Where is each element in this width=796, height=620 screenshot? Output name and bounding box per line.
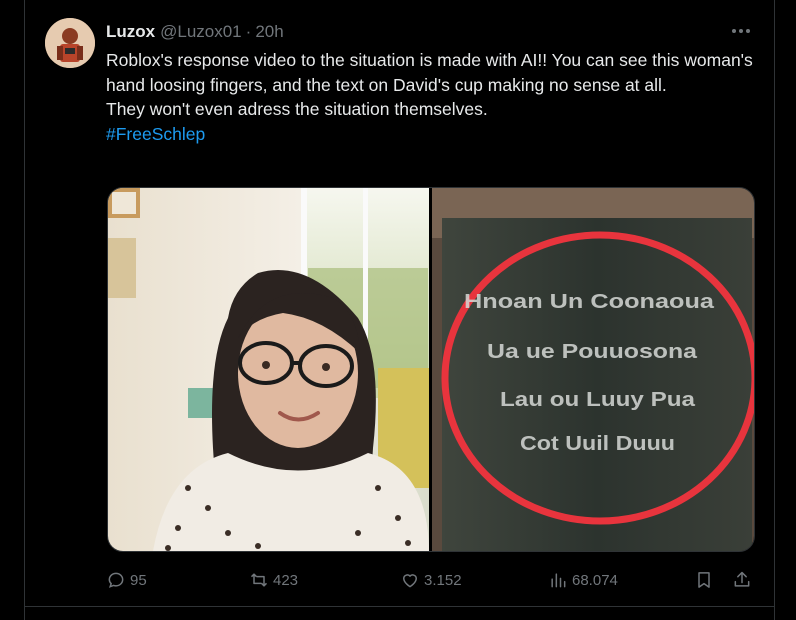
header-separator: · [245,22,252,41]
views-count: 68.074 [572,571,618,589]
tweet-text-line-1: Roblox's response video to the situation… [106,50,753,95]
display-name[interactable]: Luzox [106,21,155,43]
like-count: 3.152 [424,571,462,589]
tweet-text-line-2: They won't even adress the situation the… [106,99,488,119]
reply-count: 95 [130,571,147,589]
like-button[interactable]: 3.152 [400,566,462,594]
hashtag-link[interactable]: #FreeSchlep [106,124,205,144]
svg-text:Hnoan Un Coonaoua: Hnoan Un Coonaoua [464,291,715,313]
repost-button[interactable]: 423 [249,566,298,594]
reply-button[interactable]: 95 [106,566,147,594]
media-image-right[interactable]: Hnoan Un Coonaoua Ua ue Pouuosona Lau ou… [432,188,754,551]
avatar-image [45,18,95,68]
reply-icon [108,572,124,588]
share-icon [734,571,750,587]
tweet-page: Luzox @Luzox01 · 20h Roblox's response v… [0,0,796,620]
views-icon [551,573,566,588]
svg-text:Ua ue Pouuosona: Ua ue Pouuosona [487,341,698,363]
svg-text:Cot Uuil Duuu: Cot Uuil Duuu [520,433,675,455]
column-border-left [24,0,25,620]
woman-image [108,188,429,551]
tweet-text: Roblox's response video to the situation… [106,48,766,146]
views-button[interactable]: 68.074 [548,566,618,594]
timestamp[interactable]: 20h [255,21,283,43]
svg-text:Lau ou Luuy Pua: Lau ou Luuy Pua [500,389,696,411]
heart-icon [403,574,417,588]
tweet-media[interactable]: Hnoan Un Coonaoua Ua ue Pouuosona Lau ou… [107,187,755,552]
tweet-actions: 95 423 3.152 68.074 [106,566,756,594]
avatar[interactable] [45,18,95,68]
tweet-divider [25,606,774,607]
media-image-left[interactable] [108,188,429,551]
repost-icon [250,573,268,587]
repost-count: 423 [273,571,299,589]
column-border-right [774,0,775,620]
bookmark-icon [698,572,710,588]
cup-image: Hnoan Un Coonaoua Ua ue Pouuosona Lau ou… [432,188,754,551]
tweet-header: Luzox @Luzox01 · 20h [106,21,284,43]
more-options-icon[interactable] [728,20,754,42]
bookmark-button[interactable] [694,566,718,594]
share-button[interactable] [732,566,756,594]
user-handle[interactable]: @Luzox01 [160,21,242,43]
